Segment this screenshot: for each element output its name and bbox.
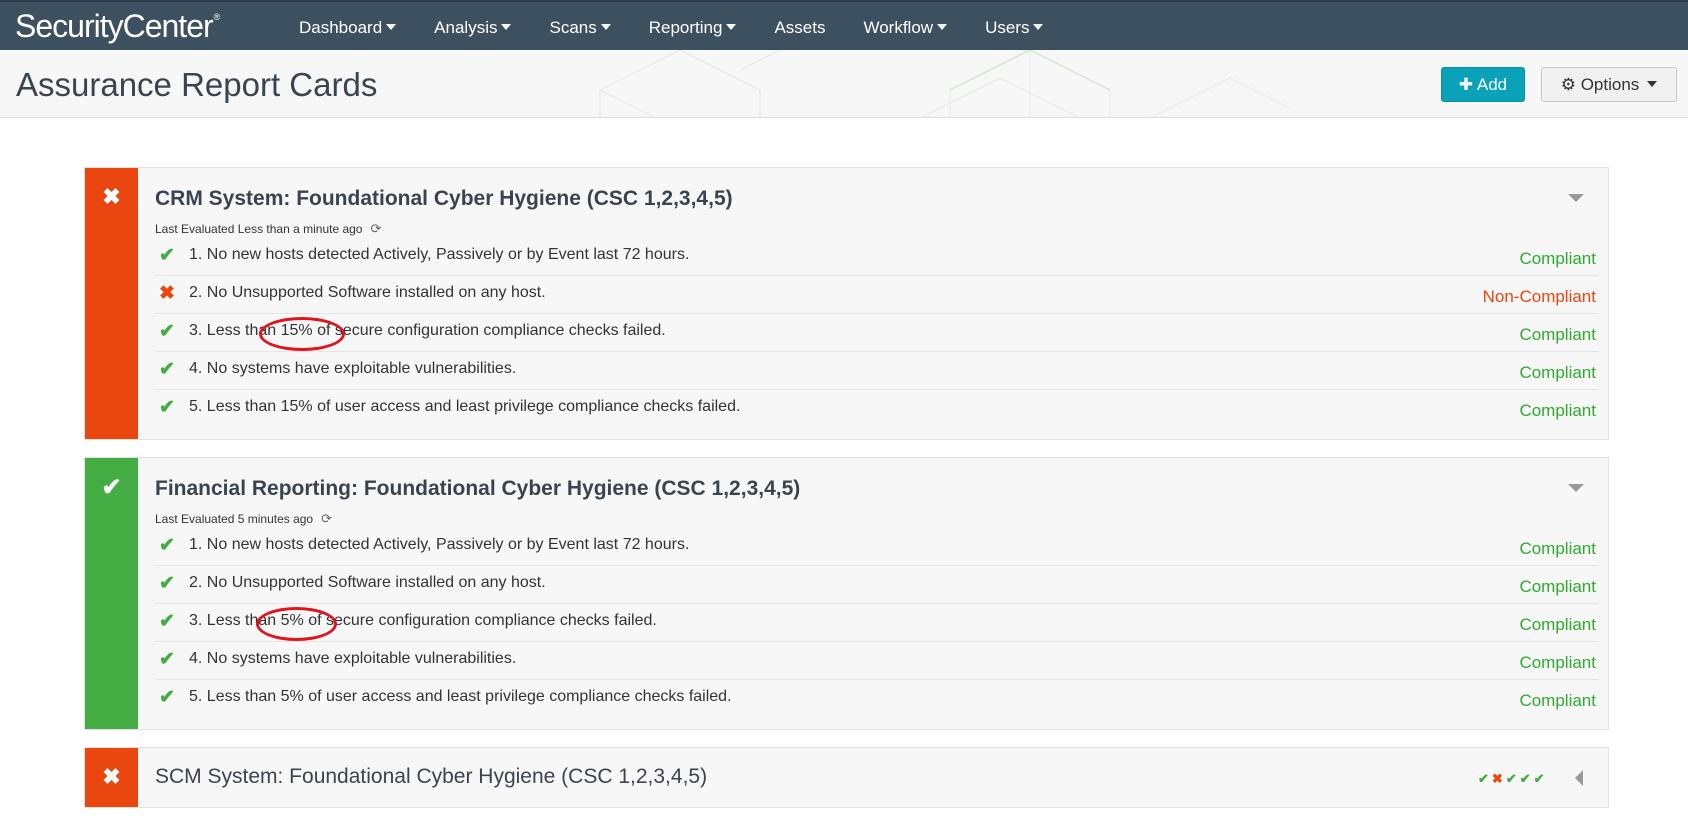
compliance-status: Compliant	[1519, 401, 1596, 420]
check-icon: ✔	[1478, 771, 1492, 786]
cross-icon: ✖	[102, 764, 121, 789]
card-title[interactable]: Financial Reporting: Foundational Cyber …	[155, 477, 800, 501]
last-evaluated: Last Evaluated 5 minutes ago ⟳	[155, 511, 333, 527]
cross-icon: ✖	[102, 184, 121, 209]
check-icon: ✔	[1519, 771, 1534, 786]
refresh-icon[interactable]: ⟳	[321, 511, 332, 527]
requirement-row: ✔ 4. No systems have exploitable vulnera…	[155, 642, 1598, 680]
last-evaluated: Last Evaluated Less than a minute ago ⟳	[155, 221, 382, 237]
compliance-status: Compliant	[1519, 539, 1596, 558]
add-button[interactable]: ✚ Add	[1441, 67, 1525, 102]
requirement-summary: ✔✖✔✔✔	[1478, 771, 1548, 787]
requirement-list: ✔ 1. No new hosts detected Actively, Pas…	[155, 238, 1598, 428]
requirement-row: ✔ 4. No systems have exploitable vulnera…	[155, 352, 1598, 390]
page-header: Assurance Report Cards ✚ Add ⚙ Options	[0, 50, 1688, 118]
check-icon: ✔	[159, 573, 175, 594]
caret-down-icon	[1033, 24, 1044, 30]
caret-down-icon	[386, 24, 397, 30]
options-button[interactable]: ⚙ Options	[1541, 67, 1677, 102]
nav-users[interactable]: Users	[966, 2, 1062, 52]
brand-logo[interactable]: SecurityCenter®	[15, 8, 220, 45]
check-icon: ✔	[159, 535, 175, 556]
top-navbar: SecurityCenter® Dashboard Analysis Scans…	[0, 0, 1688, 50]
header-background-pattern	[599, 50, 1290, 117]
caret-down-icon	[600, 24, 611, 30]
annotation-circle	[259, 317, 345, 351]
compliance-status: Non-Compliant	[1482, 287, 1596, 306]
check-icon: ✔	[1505, 771, 1520, 786]
card-status-stripe: ✖	[85, 748, 138, 807]
check-icon: ✔	[101, 474, 122, 501]
requirement-row: ✔ 5. Less than 15% of user access and le…	[159, 397, 1596, 420]
main-nav: Dashboard Analysis Scans Reporting Asset…	[280, 2, 1062, 52]
caret-down-icon	[937, 24, 948, 30]
caret-down-icon	[726, 24, 737, 30]
report-card-crm: ✖ CRM System: Foundational Cyber Hygiene…	[84, 167, 1609, 440]
annotation-circle	[256, 607, 337, 641]
nav-scans[interactable]: Scans	[530, 2, 629, 52]
collapse-caret-icon[interactable]	[1568, 194, 1584, 202]
collapse-caret-icon[interactable]	[1568, 484, 1584, 492]
check-icon: ✔	[159, 245, 175, 266]
caret-down-icon	[1647, 81, 1658, 87]
check-icon: ✔	[159, 359, 175, 380]
check-icon: ✔	[159, 611, 175, 632]
card-title[interactable]: SCM System: Foundational Cyber Hygiene (…	[155, 765, 707, 789]
card-status-stripe: ✔	[85, 458, 138, 729]
compliance-status: Compliant	[1519, 691, 1596, 710]
nav-reporting[interactable]: Reporting	[630, 2, 756, 52]
expand-caret-icon[interactable]	[1575, 770, 1583, 786]
check-icon: ✔	[159, 649, 175, 670]
compliance-status: Compliant	[1519, 249, 1596, 268]
gear-icon: ⚙	[1560, 75, 1576, 94]
caret-down-icon	[501, 24, 512, 30]
requirement-row: ✔ 5. Less than 5% of user access and lea…	[159, 687, 1596, 710]
plus-icon: ✚	[1458, 75, 1474, 94]
report-card-scm: ✖ SCM System: Foundational Cyber Hygiene…	[84, 747, 1609, 808]
requirement-row: ✔ 1. No new hosts detected Actively, Pas…	[155, 528, 1598, 566]
card-title[interactable]: CRM System: Foundational Cyber Hygiene (…	[155, 187, 733, 211]
nav-workflow[interactable]: Workflow	[844, 2, 966, 52]
compliance-status: Compliant	[1519, 325, 1596, 344]
nav-assets[interactable]: Assets	[755, 2, 844, 52]
compliance-status: Compliant	[1519, 653, 1596, 672]
requirement-row: ✖ 2. No Unsupported Software installed o…	[155, 276, 1598, 314]
cross-icon: ✖	[159, 283, 175, 304]
report-card-financial: ✔ Financial Reporting: Foundational Cybe…	[84, 457, 1609, 730]
requirement-row: ✔ 3. Less than 15% of secure configurati…	[155, 314, 1598, 352]
card-status-stripe: ✖	[85, 168, 138, 439]
check-icon: ✔	[159, 397, 175, 418]
cross-icon: ✖	[1491, 771, 1506, 786]
nav-analysis[interactable]: Analysis	[415, 2, 530, 52]
compliance-status: Compliant	[1519, 615, 1596, 634]
check-icon: ✔	[1533, 771, 1548, 786]
compliance-status: Compliant	[1519, 363, 1596, 382]
requirement-row: ✔ 3. Less than 5% of secure configuratio…	[155, 604, 1598, 642]
refresh-icon[interactable]: ⟳	[370, 221, 381, 237]
nav-dashboard[interactable]: Dashboard	[280, 2, 415, 52]
requirement-list: ✔ 1. No new hosts detected Actively, Pas…	[155, 528, 1598, 718]
check-icon: ✔	[159, 321, 175, 342]
compliance-status: Compliant	[1519, 577, 1596, 596]
requirement-row: ✔ 2. No Unsupported Software installed o…	[155, 566, 1598, 604]
requirement-row: ✔ 1. No new hosts detected Actively, Pas…	[155, 238, 1598, 276]
check-icon: ✔	[159, 687, 175, 708]
page-title: Assurance Report Cards	[16, 66, 378, 103]
